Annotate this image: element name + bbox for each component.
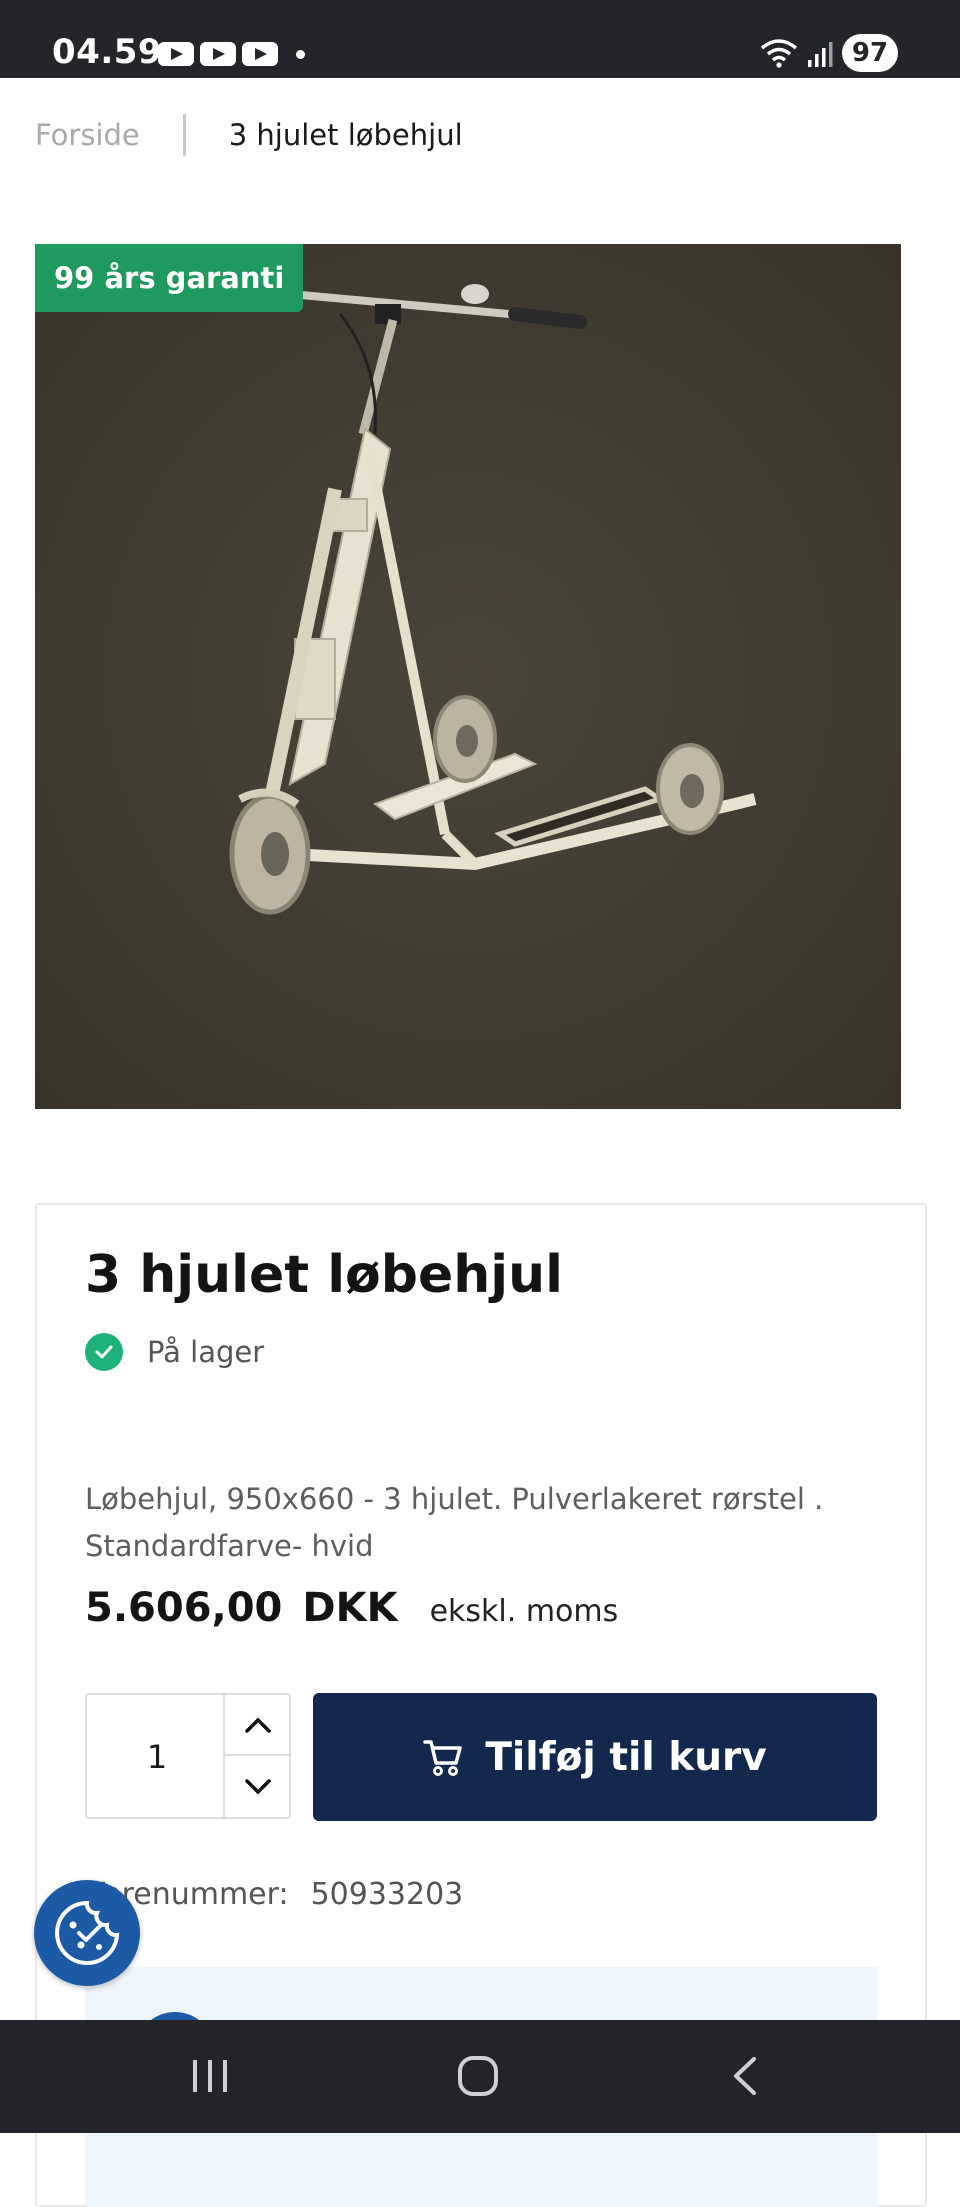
price: 5.606,00 DKK ekskl. moms xyxy=(85,1585,618,1631)
cart-icon xyxy=(423,1737,463,1777)
guarantee-badge: 99 års garanti xyxy=(35,244,304,312)
breadcrumb-home-link[interactable]: Forside xyxy=(35,118,140,152)
price-currency: DKK xyxy=(302,1585,398,1631)
youtube-notification-icon xyxy=(158,42,194,66)
breadcrumb-current: 3 hjulet løbehjul xyxy=(228,118,463,152)
stock-label: På lager xyxy=(147,1335,265,1369)
sku-value: 50933203 xyxy=(310,1877,464,1912)
quantity-input[interactable] xyxy=(87,1695,227,1819)
price-vat-note: ekskl. moms xyxy=(429,1594,619,1629)
quantity-increase-button[interactable] xyxy=(225,1695,291,1756)
scooter-illustration xyxy=(35,244,901,1109)
back-icon[interactable] xyxy=(730,2056,760,2096)
youtube-notification-icon xyxy=(242,42,278,66)
breadcrumb-divider xyxy=(182,114,186,156)
status-time: 04.59 xyxy=(52,32,163,72)
battery-indicator: 97 xyxy=(842,34,898,72)
check-circle-icon xyxy=(85,1333,123,1371)
breadcrumb: Forside 3 hjulet løbehjul xyxy=(35,112,463,158)
youtube-notification-icon xyxy=(200,42,236,66)
stock-status: På lager xyxy=(85,1333,264,1371)
status-bar: 04.59 97 xyxy=(0,0,960,78)
add-to-cart-button[interactable]: Tilføj til kurv xyxy=(313,1693,877,1821)
sku-row: Varenummer: 50933203 xyxy=(85,1877,463,1912)
product-image[interactable]: 99 års garanti xyxy=(35,244,901,1109)
quantity-controls xyxy=(223,1695,291,1817)
navigation-bar xyxy=(0,2020,960,2133)
home-icon[interactable] xyxy=(456,2054,500,2098)
cookie-icon xyxy=(55,1900,120,1965)
wifi-icon xyxy=(760,39,798,68)
add-to-cart-label: Tilføj til kurv xyxy=(485,1734,767,1780)
chevron-down-icon xyxy=(245,1778,271,1794)
quantity-stepper xyxy=(85,1693,291,1819)
price-amount: 5.606,00 xyxy=(85,1585,283,1631)
signal-icon xyxy=(808,42,833,67)
product-title: 3 hjulet løbehjul xyxy=(85,1245,563,1305)
product-description: Løbehjul, 950x660 - 3 hjulet. Pulverlake… xyxy=(85,1482,824,1563)
quantity-decrease-button[interactable] xyxy=(225,1756,291,1817)
cookie-settings-button[interactable] xyxy=(34,1880,140,1986)
chevron-up-icon xyxy=(245,1717,271,1733)
more-notifications-icon xyxy=(296,50,305,59)
recent-apps-icon[interactable] xyxy=(190,2056,230,2096)
